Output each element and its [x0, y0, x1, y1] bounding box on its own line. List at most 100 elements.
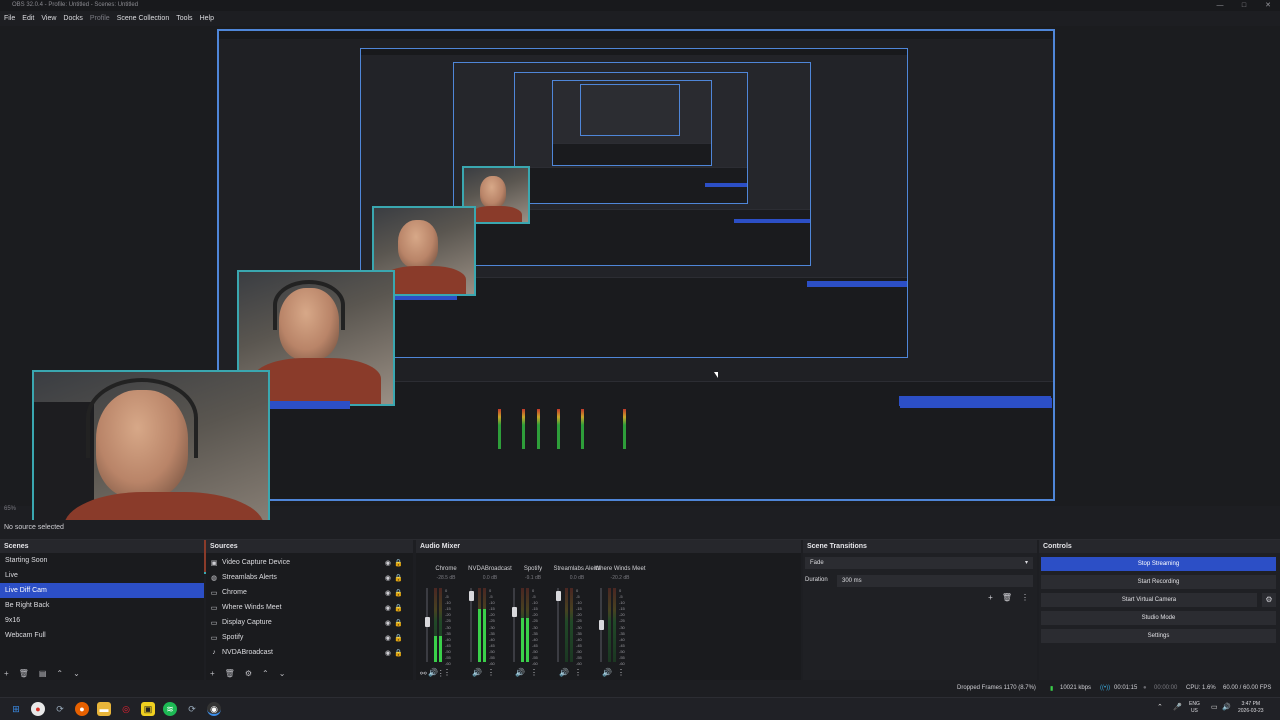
lock-icon[interactable]: 🔒 [394, 619, 403, 627]
move-up-icon[interactable]: ⌃ [262, 669, 269, 678]
volume-fader-handle[interactable] [511, 607, 517, 618]
scene-item[interactable]: Webcam Full [0, 628, 204, 643]
eye-icon[interactable]: ◉ [385, 589, 391, 597]
source-properties-icon[interactable]: ⚙ [245, 669, 252, 678]
start-virtual-camera-button[interactable]: Start Virtual Camera [1041, 593, 1257, 607]
obs-icon[interactable]: ◉ [207, 702, 221, 716]
spotify-icon[interactable]: ≋ [163, 702, 177, 716]
volume-fader-handle[interactable] [598, 620, 604, 630]
windows-start-icon[interactable]: ⊞ [9, 702, 23, 716]
bitrate: 10021 kbps [1060, 685, 1092, 691]
volume-fader-handle[interactable] [468, 591, 474, 602]
menu-edit[interactable]: Edit [22, 15, 34, 22]
duration-input[interactable]: 300 ms [837, 575, 1033, 587]
source-label: Spotify [222, 634, 244, 641]
chrome-icon[interactable]: ● [31, 702, 45, 716]
remove-scene-button[interactable]: 🗑 [19, 669, 29, 678]
source-item[interactable]: ♪ NVDABroadcast ◉ 🔒 [206, 645, 413, 660]
language-label: ENG [1189, 701, 1200, 707]
eye-icon[interactable]: ◉ [385, 559, 391, 567]
scene-transitions-title: Scene Transitions [803, 540, 1037, 553]
eye-icon[interactable]: ◉ [385, 604, 391, 612]
tray-chevron-up-icon[interactable]: ⌃ [1157, 703, 1163, 711]
sticky-notes-icon[interactable]: ▣ [141, 702, 155, 716]
eye-icon[interactable]: ◉ [385, 574, 391, 582]
source-item[interactable]: ▭ Display Capture ◉ 🔒 [206, 615, 413, 630]
lock-icon[interactable]: 🔒 [394, 574, 403, 582]
source-item[interactable]: ▭ Chrome ◉ 🔒 [206, 585, 413, 600]
transition-select[interactable]: Fade ▾ [805, 557, 1033, 569]
level-meter [608, 588, 611, 662]
eye-icon[interactable]: ◉ [385, 634, 391, 642]
menu-file[interactable]: File [4, 15, 15, 22]
move-down-icon[interactable]: ⌄ [73, 669, 80, 678]
source-label: Where Winds Meet [222, 604, 282, 611]
menu-docks[interactable]: Docks [63, 15, 82, 22]
add-source-button[interactable]: + [210, 669, 215, 678]
lock-icon[interactable]: 🔒 [394, 604, 403, 612]
settings-button[interactable]: Settings [1041, 629, 1276, 643]
network-icon[interactable]: ▭ [1211, 703, 1218, 711]
volume-fader-handle[interactable] [555, 591, 561, 602]
remove-transition-button[interactable]: 🗑 [1002, 593, 1012, 602]
steam-icon[interactable]: ⟳ [53, 702, 67, 716]
scene-item[interactable]: Starting Soon [0, 553, 204, 568]
source-item[interactable]: ◍ Streamlabs Alerts ◉ 🔒 [206, 570, 413, 585]
lock-icon[interactable]: 🔒 [394, 649, 403, 657]
scene-item[interactable]: 9x16 [0, 613, 204, 628]
sources-title: Sources [206, 540, 413, 553]
nested-obs-level-6 [580, 84, 680, 136]
preview-canvas[interactable] [0, 26, 1280, 574]
move-down-icon[interactable]: ⌄ [279, 669, 286, 678]
dropped-frames: Dropped Frames 1170 (8.7%) [957, 685, 1036, 691]
record-icon: ● [1143, 685, 1147, 691]
volume-fader-handle[interactable] [424, 616, 430, 627]
volume-fader[interactable] [513, 588, 515, 662]
start-recording-button[interactable]: Start Recording [1041, 575, 1276, 589]
studio-mode-button[interactable]: Studio Mode [1041, 611, 1276, 625]
menu-view[interactable]: View [41, 15, 56, 22]
menu-tools[interactable]: Tools [176, 15, 192, 22]
mixer-menu-icon[interactable]: ⋮ [437, 669, 445, 678]
level-meter-fill [439, 636, 442, 662]
menu-scene-collection[interactable]: Scene Collection [117, 15, 170, 22]
lock-icon[interactable]: 🔒 [394, 589, 403, 597]
eye-icon[interactable]: ◉ [385, 619, 391, 627]
minimize-button[interactable]: — [1208, 0, 1232, 11]
remove-source-button[interactable]: 🗑 [225, 669, 235, 678]
add-transition-button[interactable]: + [988, 593, 993, 602]
firefox-icon[interactable]: ● [75, 702, 89, 716]
language-indicator[interactable]: ENG US [1189, 701, 1200, 715]
title-bar: OBS 32.0.4 - Profile: Untitled - Scenes:… [0, 0, 1280, 11]
scene-item[interactable]: Live [0, 568, 204, 583]
source-item[interactable]: ▭ Spotify ◉ 🔒 [206, 630, 413, 645]
menu-help[interactable]: Help [200, 15, 214, 22]
add-scene-button[interactable]: + [4, 669, 9, 678]
scene-filters-icon[interactable]: ▤ [39, 669, 47, 678]
clock-time: 3:47 PM [1241, 701, 1261, 707]
close-button[interactable]: ✕ [1256, 0, 1280, 11]
eye-icon[interactable]: ◉ [385, 649, 391, 657]
virtual-camera-settings-gear-icon[interactable]: ⚙ [1262, 593, 1276, 607]
stop-streaming-button[interactable]: Stop Streaming [1041, 557, 1276, 571]
no-source-label: No source selected [4, 524, 64, 531]
maximize-button[interactable]: □ [1232, 0, 1256, 11]
move-up-icon[interactable]: ⌃ [56, 669, 63, 678]
file-explorer-icon[interactable]: ▬ [97, 702, 111, 716]
lock-icon[interactable]: 🔒 [394, 559, 403, 567]
scene-item[interactable]: Be Right Back [0, 598, 204, 613]
lock-icon[interactable]: 🔒 [394, 634, 403, 642]
source-item[interactable]: ▣ Video Capture Device ◉ 🔒 [206, 555, 413, 570]
source-item[interactable]: ▭ Where Winds Meet ◉ 🔒 [206, 600, 413, 615]
mixer-link-icon[interactable]: ⚯ [420, 669, 427, 678]
menu-profile[interactable]: Profile [90, 15, 110, 22]
app-icon[interactable]: ◎ [119, 702, 133, 716]
no-source-bar: No source selected [0, 520, 1280, 540]
duration-label: Duration [805, 577, 828, 583]
transition-menu-icon[interactable]: ⋮ [1021, 593, 1029, 602]
clock[interactable]: 3:47 PM 2026-03-23 [1238, 701, 1264, 715]
volume-icon[interactable]: 🔊 [1222, 703, 1231, 711]
scene-item-selected[interactable]: Live Diff Cam [0, 583, 204, 598]
steam-icon-2[interactable]: ⟳ [185, 702, 199, 716]
mic-tray-icon[interactable]: 🎤 [1173, 703, 1182, 711]
